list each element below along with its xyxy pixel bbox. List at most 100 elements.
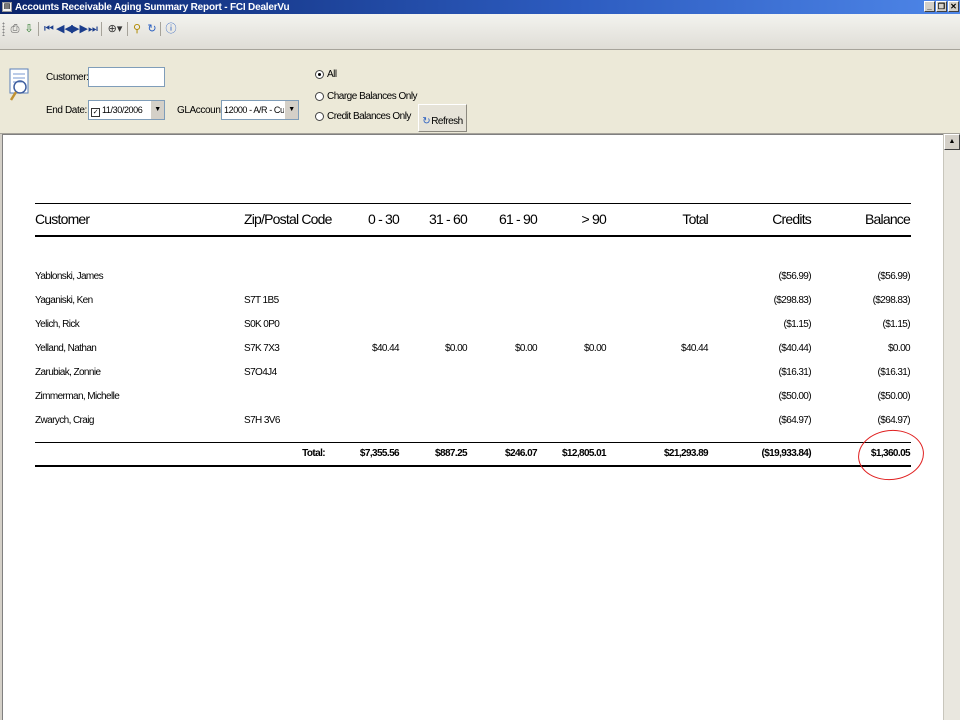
col-header-over-90: > 90: [581, 211, 607, 227]
cell-total: $40.44: [681, 343, 709, 354]
next-page-icon[interactable]: ▶▶: [71, 22, 88, 36]
radio-credit-label: Credit Balances Only: [327, 111, 411, 122]
highlight-circle-annotation: [855, 426, 927, 484]
customer-label: Customer:: [46, 72, 89, 83]
window-title: Accounts Receivable Aging Summary Report…: [15, 1, 290, 13]
cell-credits: ($298.83): [773, 295, 812, 306]
col-header-customer: Customer: [35, 211, 90, 227]
help-icon[interactable]: ⓘ: [164, 22, 178, 36]
cell-balance: ($298.83): [872, 295, 911, 306]
end-date-picker[interactable]: ✓ 11/30/2006 ▼: [88, 100, 165, 120]
first-page-icon[interactable]: ⏮: [42, 22, 56, 36]
report-viewer[interactable]: Customer Zip/Postal Code 0 - 30 31 - 60 …: [2, 134, 943, 720]
end-date-label: End Date:: [46, 105, 87, 116]
toolbar-grip[interactable]: [2, 22, 5, 36]
chevron-down-icon[interactable]: ▼: [284, 101, 298, 119]
find-icon[interactable]: ⚲: [130, 22, 144, 36]
cell-credits: ($56.99): [778, 271, 812, 282]
total-0-30: $7,355.56: [359, 448, 400, 459]
cell-customer: Zwarych, Craig: [35, 415, 94, 426]
cell-balance: ($16.31): [877, 367, 911, 378]
col-header-0-30: 0 - 30: [368, 211, 400, 227]
cell-61-90: $0.00: [514, 343, 538, 354]
cell-credits: ($16.31): [778, 367, 812, 378]
totals-rule-bottom: [35, 465, 911, 467]
col-header-total: Total: [682, 211, 708, 227]
cell-balance: ($56.99): [877, 271, 911, 282]
total-over-90: $12,805.01: [561, 448, 607, 459]
zoom-icon[interactable]: ⊕▾: [105, 22, 125, 36]
cell-zip: S7H 3V6: [244, 415, 280, 426]
refresh-button[interactable]: ↻ Refresh: [418, 104, 467, 132]
end-date-checkbox[interactable]: ✓: [91, 108, 100, 117]
restore-button[interactable]: ❐: [936, 1, 947, 12]
cell-credits: ($40.44): [778, 343, 812, 354]
refresh-icon: ↻: [422, 115, 431, 127]
toolbar-separator: [160, 22, 161, 36]
col-header-61-90: 61 - 90: [499, 211, 538, 227]
cell-credits: ($64.97): [778, 415, 812, 426]
export-icon[interactable]: ⇩: [22, 22, 36, 36]
cell-credits: ($1.15): [783, 319, 812, 330]
minimize-button[interactable]: _: [924, 1, 935, 12]
cell-31-60: $0.00: [444, 343, 468, 354]
col-header-31-60: 31 - 60: [429, 211, 468, 227]
refresh-button-label: Refresh: [431, 115, 463, 127]
total-total: $21,293.89: [663, 448, 709, 459]
scroll-track[interactable]: [944, 150, 960, 720]
radio-charge-label: Charge Balances Only: [327, 91, 418, 102]
end-date-value: 11/30/2006: [102, 105, 143, 115]
report-icon: [9, 68, 29, 101]
window-controls: _ ❐ ✕: [924, 1, 959, 12]
radio-indicator[interactable]: [315, 70, 324, 79]
radio-indicator[interactable]: [315, 112, 324, 121]
totals-rule-top: [35, 442, 911, 443]
totals-label: Total:: [302, 448, 325, 459]
last-page-icon[interactable]: ⏭: [86, 22, 100, 36]
cell-zip: S7T 1B5: [244, 295, 279, 306]
toolbar-separator: [127, 22, 128, 36]
glaccount-select[interactable]: 12000 - A/R - Custc ▼: [221, 100, 299, 120]
scroll-up-icon[interactable]: ▲: [944, 134, 960, 150]
header-rule-top: [35, 203, 911, 204]
col-header-balance: Balance: [865, 211, 911, 227]
vertical-scrollbar[interactable]: ▲: [943, 134, 960, 720]
cell-balance: $0.00: [887, 343, 911, 354]
prev-page-icon[interactable]: ◀◀: [56, 22, 73, 36]
total-31-60: $887.25: [435, 448, 468, 459]
customer-input[interactable]: [88, 67, 165, 87]
app-icon: ▤: [2, 2, 12, 12]
cell-credits: ($50.00): [778, 391, 812, 402]
cell-zip: S7K 7X3: [244, 343, 280, 354]
chevron-down-icon[interactable]: ▼: [150, 101, 164, 119]
toolbar-separator: [101, 22, 102, 36]
total-credits: ($19,933.84): [761, 448, 811, 459]
refresh-icon[interactable]: ↻: [145, 22, 159, 36]
cell-over-90: $0.00: [583, 343, 607, 354]
toolbar-separator: [38, 22, 39, 36]
radio-credit-balances-only[interactable]: Credit Balances Only: [315, 111, 411, 122]
cell-0-30: $40.44: [372, 343, 400, 354]
cell-zip: S7O4J4: [244, 367, 277, 378]
print-setup-icon[interactable]: ⎙: [8, 22, 22, 36]
col-header-zip: Zip/Postal Code: [244, 211, 332, 227]
total-61-90: $246.07: [505, 448, 538, 459]
cell-balance: ($1.15): [882, 319, 911, 330]
close-button[interactable]: ✕: [948, 1, 959, 12]
cell-balance: ($64.97): [877, 415, 911, 426]
cell-customer: Yelich, Rick: [35, 319, 80, 330]
col-header-credits: Credits: [772, 211, 812, 227]
header-rule-bottom: [35, 235, 911, 237]
cell-customer: Zimmerman, Michelle: [35, 391, 120, 402]
radio-all[interactable]: All: [315, 69, 337, 80]
radio-all-label: All: [327, 69, 337, 80]
cell-customer: Yablonski, James: [35, 271, 104, 282]
cell-balance: ($50.00): [877, 391, 911, 402]
cell-customer: Zarubiak, Zonnie: [35, 367, 101, 378]
radio-charge-balances-only[interactable]: Charge Balances Only: [315, 91, 418, 102]
glaccount-label: GLAccount:: [177, 105, 226, 116]
toolbar: ⎙ ⇩ ⏮ ◀◀ ▶▶ ⏭ ⊕▾ ⚲ ↻ ⓘ: [0, 14, 960, 50]
cell-zip: S0K 0P0: [244, 319, 280, 330]
filter-panel: Customer: End Date: ✓ 11/30/2006 ▼ GLAcco…: [0, 50, 960, 134]
radio-indicator[interactable]: [315, 92, 324, 101]
